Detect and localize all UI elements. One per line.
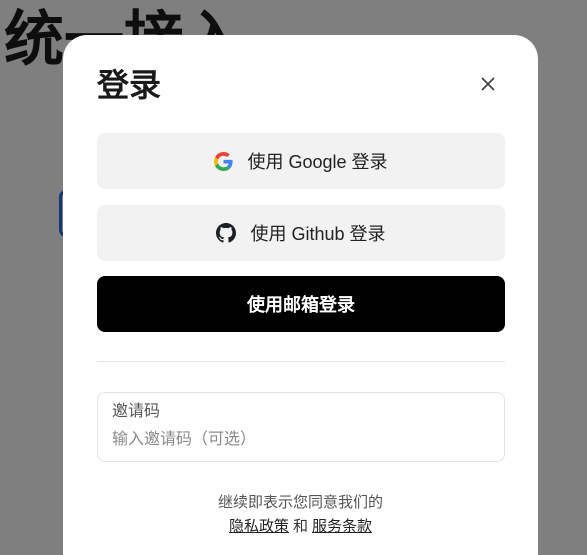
terms-notice: 继续即表示您同意我们的 xyxy=(217,494,383,511)
terms-of-service-link[interactable]: 服务条款 xyxy=(312,518,372,535)
close-icon xyxy=(479,75,497,93)
modal-title: 登录 xyxy=(97,67,162,103)
close-button[interactable] xyxy=(479,75,497,93)
github-login-label: 使用 Github 登录 xyxy=(250,224,386,244)
github-login-button[interactable]: 使用 Github 登录 xyxy=(97,205,505,261)
email-login-label: 使用邮箱登录 xyxy=(247,295,355,315)
invite-code-label: 邀请码 xyxy=(112,403,161,420)
google-login-button[interactable]: 使用 Google 登录 xyxy=(97,133,505,189)
email-login-button[interactable]: 使用邮箱登录 xyxy=(97,276,505,332)
privacy-policy-link[interactable]: 隐私政策 xyxy=(229,518,289,535)
login-modal: 登录 使用 Google 登录 使用 Github 登录 使用邮箱登录 邀请码 … xyxy=(63,35,538,555)
google-login-label: 使用 Google 登录 xyxy=(247,152,388,172)
divider xyxy=(97,361,505,362)
google-icon xyxy=(214,151,234,171)
github-icon xyxy=(216,223,237,243)
terms-and-text: 和 xyxy=(292,518,308,535)
terms-links: 隐私政策和服务条款 xyxy=(63,517,538,537)
invite-code-input[interactable] xyxy=(112,429,490,451)
invite-code-field[interactable]: 邀请码 xyxy=(97,392,505,462)
